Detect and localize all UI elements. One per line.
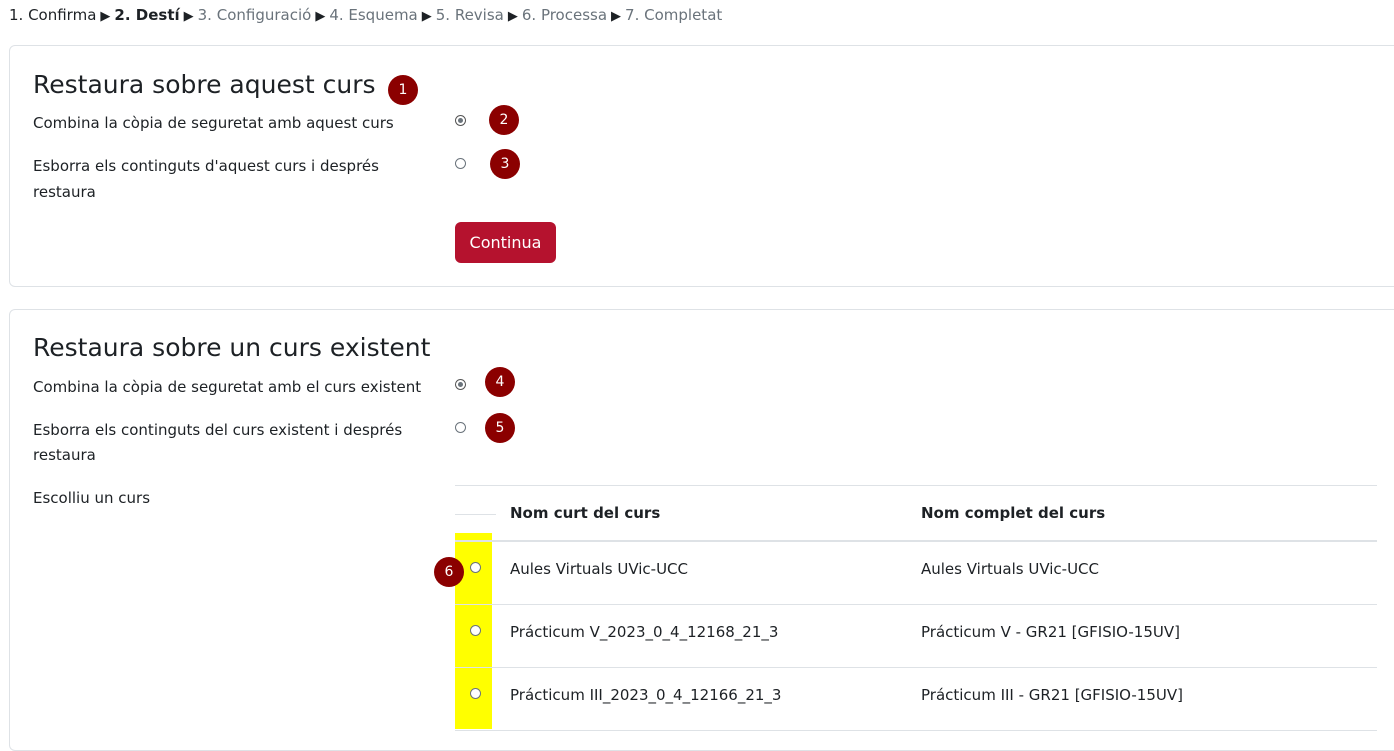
breadcrumb-step-6: 6. Processa xyxy=(521,6,608,24)
breadcrumb-separator: ▶ xyxy=(183,9,194,24)
breadcrumb-step-2-current: 2. Destí xyxy=(114,6,180,24)
breadcrumb-step-1: 1. Confirma xyxy=(9,6,97,24)
course-full-name: Prácticum III - GR21 [GFISIO-15UV] xyxy=(921,686,1183,704)
header-select-column xyxy=(455,514,496,515)
breadcrumb-step-7: 7. Completat xyxy=(625,6,723,24)
this-course-delete-label-line1: Esborra els continguts d'aquest curs i d… xyxy=(33,157,379,175)
badge-2: 2 xyxy=(489,105,519,135)
this-course-merge-radio[interactable] xyxy=(455,115,466,126)
table-row[interactable]: Prácticum III_2023_0_4_12166_21_3 Prácti… xyxy=(455,668,1377,731)
existing-course-delete-radio[interactable] xyxy=(455,422,466,433)
table-row[interactable]: Aules Virtuals UVic-UCC Aules Virtuals U… xyxy=(455,542,1377,605)
continue-button[interactable]: Continua xyxy=(455,222,556,263)
course-row-radio[interactable] xyxy=(470,688,481,699)
breadcrumb-separator: ▶ xyxy=(100,9,111,24)
existing-course-merge-radio[interactable] xyxy=(455,379,466,390)
course-row-radio[interactable] xyxy=(470,562,481,573)
table-row[interactable]: Prácticum V_2023_0_4_12168_21_3 Prácticu… xyxy=(455,605,1377,668)
existing-course-delete-label-line1: Esborra els continguts del curs existent… xyxy=(33,421,403,439)
course-row-radio[interactable] xyxy=(470,625,481,636)
course-short-name: Prácticum III_2023_0_4_12166_21_3 xyxy=(510,686,782,704)
breadcrumb-step-3: 3. Configuració xyxy=(197,6,312,24)
this-course-delete-label-line2: restaura xyxy=(33,183,96,201)
badge-3: 3 xyxy=(490,149,520,179)
course-short-name: Aules Virtuals UVic-UCC xyxy=(510,560,689,578)
badge-6: 6 xyxy=(434,557,464,587)
badge-4: 4 xyxy=(485,367,515,397)
col-full-name-header[interactable]: Nom complet del curs xyxy=(921,504,1105,522)
badge-1: 1 xyxy=(388,75,418,105)
restore-existing-course-title: Restaura sobre un curs existent xyxy=(33,333,431,362)
badge-5: 5 xyxy=(485,413,515,443)
breadcrumb-separator: ▶ xyxy=(507,9,518,24)
this-course-delete-radio[interactable] xyxy=(455,158,466,169)
breadcrumb: 1. Confirma ▶ 2. Destí ▶ 3. Configuració ▶ 4. … xyxy=(9,6,722,24)
existing-course-merge-label: Combina la còpia de seguretat amb el cur… xyxy=(33,378,422,396)
course-short-name: Prácticum V_2023_0_4_12168_21_3 xyxy=(510,623,779,641)
breadcrumb-separator: ▶ xyxy=(611,9,622,24)
breadcrumb-step-4: 4. Esquema xyxy=(329,6,418,24)
course-full-name: Prácticum V - GR21 [GFISIO-15UV] xyxy=(921,623,1180,641)
breadcrumb-separator: ▶ xyxy=(421,9,432,24)
course-table: Nom curt del curs Nom complet del curs A… xyxy=(455,485,1377,731)
course-table-header: Nom curt del curs Nom complet del curs xyxy=(455,485,1377,542)
breadcrumb-separator: ▶ xyxy=(315,9,326,24)
breadcrumb-step-5: 5. Revisa xyxy=(435,6,504,24)
course-full-name: Aules Virtuals UVic-UCC xyxy=(921,560,1100,578)
col-short-name-header[interactable]: Nom curt del curs xyxy=(510,504,660,522)
choose-course-label: Escolliu un curs xyxy=(33,489,151,507)
existing-course-delete-label-line2: restaura xyxy=(33,446,96,464)
restore-this-course-title: Restaura sobre aquest curs xyxy=(33,70,376,99)
this-course-merge-label: Combina la còpia de seguretat amb aquest… xyxy=(33,114,394,132)
